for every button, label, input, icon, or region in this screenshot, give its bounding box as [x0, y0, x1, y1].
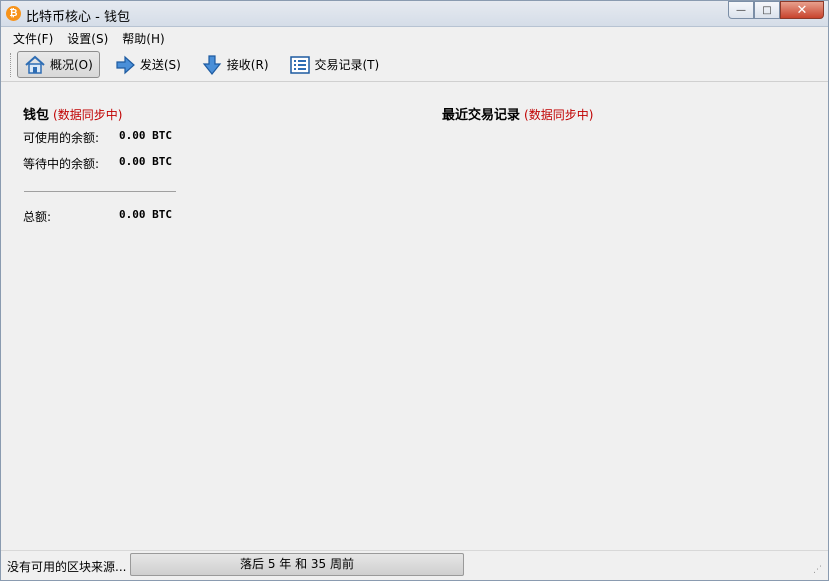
- available-balance-value: 0.00 BTC: [119, 129, 172, 142]
- total-balance-value: 0.00 BTC: [119, 208, 172, 221]
- recent-transactions-title: 最近交易记录: [442, 108, 521, 123]
- overview-page: 钱包 (数据同步中) 可使用的余额: 0.00 BTC 等待中的余额: 0.00 …: [1, 83, 828, 549]
- wallet-sync-status[interactable]: (数据同步中): [53, 108, 122, 122]
- sync-progress-bar: 落后 5 年 和 35 周前: [130, 553, 464, 576]
- tab-overview-label: 概况(O): [50, 58, 93, 72]
- tab-send-label: 发送(S): [139, 58, 181, 72]
- recent-sync-status[interactable]: (数据同步中): [524, 108, 593, 122]
- close-button[interactable]: ✕: [780, 1, 824, 19]
- window-title: 比特币核心 - 钱包: [26, 10, 130, 25]
- maximize-button[interactable]: □: [754, 1, 780, 19]
- total-balance-label: 总额:: [23, 210, 52, 224]
- menu-file[interactable]: 文件(F): [6, 30, 60, 47]
- available-balance-label: 可使用的余额:: [23, 131, 100, 145]
- status-bar: 没有可用的区块来源... 落后 5 年 和 35 周前 ⋰: [1, 550, 828, 580]
- pending-balance-label: 等待中的余额:: [23, 157, 100, 171]
- list-icon: [289, 55, 310, 74]
- menu-settings[interactable]: 设置(S): [60, 30, 115, 47]
- tab-overview[interactable]: 概况(O): [17, 51, 100, 78]
- toolbar-grip[interactable]: [10, 52, 13, 77]
- status-message: 没有可用的区块来源...: [7, 560, 127, 574]
- tab-send[interactable]: 发送(S): [108, 51, 187, 78]
- pending-balance-value: 0.00 BTC: [119, 155, 172, 168]
- window-controls: — □ ✕: [728, 1, 824, 19]
- main-window: ₿ 比特币核心 - 钱包 — □ ✕ 文件(F) 设置(S) 帮助(H) 概况(…: [0, 0, 829, 581]
- pending-balance-row: 等待中的余额: 0.00 BTC: [23, 155, 172, 172]
- wallet-title: 钱包: [23, 108, 50, 123]
- menu-bar: 文件(F) 设置(S) 帮助(H): [1, 28, 828, 48]
- wallet-heading: 钱包 (数据同步中): [23, 104, 122, 123]
- menu-help[interactable]: 帮助(H): [115, 30, 171, 47]
- tab-receive[interactable]: 接收(R): [195, 51, 275, 78]
- tab-receive-label: 接收(R): [226, 58, 269, 72]
- available-balance-row: 可使用的余额: 0.00 BTC: [23, 129, 172, 146]
- toolbar: 概况(O) 发送(S) 接收(R) 交易记录(T): [1, 48, 828, 82]
- arrow-down-icon: [202, 54, 222, 75]
- resize-grip[interactable]: ⋰: [813, 565, 825, 577]
- tab-transactions-label: 交易记录(T): [314, 58, 380, 72]
- minimize-button[interactable]: —: [728, 1, 754, 19]
- total-balance-row: 总额: 0.00 BTC: [23, 208, 172, 225]
- tab-transactions[interactable]: 交易记录(T): [283, 51, 386, 78]
- bitcoin-icon: ₿: [6, 6, 21, 21]
- sync-progress-text: 落后 5 年 和 35 周前: [240, 557, 354, 571]
- home-icon: [25, 55, 45, 74]
- title-bar: ₿ 比特币核心 - 钱包 — □ ✕: [1, 1, 828, 27]
- balance-divider: [24, 191, 176, 192]
- arrow-right-icon: [116, 55, 135, 74]
- recent-transactions-heading: 最近交易记录 (数据同步中): [442, 104, 593, 123]
